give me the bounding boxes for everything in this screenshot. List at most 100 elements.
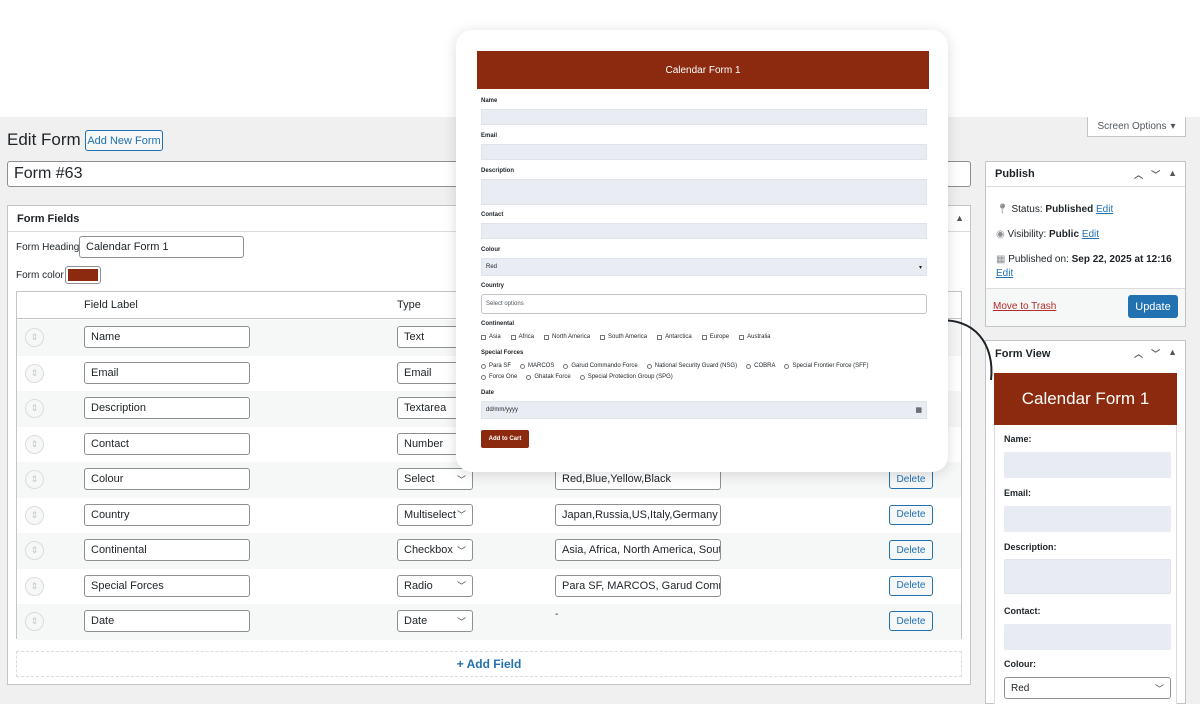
drag-handle-icon[interactable]: ⇕ xyxy=(25,363,44,383)
caret-up-icon[interactable]: ▲ xyxy=(1168,168,1177,181)
drag-handle-icon[interactable]: ⇕ xyxy=(25,505,44,525)
drag-handle-icon[interactable]: ⇕ xyxy=(25,399,44,418)
calendar-icon[interactable]: ▦ xyxy=(915,406,922,414)
delete-button[interactable]: Delete xyxy=(889,469,933,489)
delete-button[interactable]: Delete xyxy=(889,504,933,525)
pv-date-input[interactable]: dd/mm/yyyy ▦ xyxy=(481,401,927,419)
radio-icon[interactable] xyxy=(579,374,585,380)
drag-handle-icon[interactable]: ⇕ xyxy=(25,612,44,631)
move-to-trash-link[interactable]: Move to Trash xyxy=(993,301,1056,312)
pv-contact-input[interactable] xyxy=(481,223,927,239)
field-label-input[interactable]: Country xyxy=(84,503,250,526)
form-heading-input[interactable]: Calendar Form 1 xyxy=(79,236,244,258)
table-row: ⇕ Continental Checkbox ﹀ Asia, Africa, N… xyxy=(17,533,961,569)
drag-handle-icon[interactable]: ⇕ xyxy=(25,328,44,347)
pv-add-to-cart-button[interactable]: Add to Cart xyxy=(481,430,529,448)
radio-icon[interactable] xyxy=(746,363,752,369)
drag-handle-icon[interactable]: ⇕ xyxy=(25,470,44,489)
pv-radio-option[interactable]: Force One xyxy=(481,374,517,380)
status-edit-link[interactable]: Edit xyxy=(1096,204,1113,215)
chevron-down-icon[interactable]: ﹀ xyxy=(1151,168,1160,181)
radio-icon[interactable] xyxy=(520,363,526,369)
radio-icon[interactable] xyxy=(481,363,486,369)
pv-colour-label: Colour xyxy=(481,247,501,253)
visibility-edit-link[interactable]: Edit xyxy=(1082,229,1099,240)
field-label-input[interactable]: Date xyxy=(84,610,250,632)
form-view-panel: Form View ︿ ﹀ ▲ Calendar Form 1 Name: Emai… xyxy=(985,340,1186,704)
field-label-input[interactable]: Name xyxy=(84,326,250,348)
radio-icon[interactable] xyxy=(481,374,486,380)
field-options-input[interactable]: Para SF, MARCOS, Garud Comman xyxy=(555,574,721,597)
update-button[interactable]: Update xyxy=(1128,295,1178,318)
checkbox-icon[interactable] xyxy=(481,334,486,340)
pv-checkbox-option[interactable]: Australia xyxy=(739,334,770,340)
fv-contact-input[interactable] xyxy=(1004,624,1171,650)
delete-button[interactable]: Delete xyxy=(889,575,933,596)
caret-up-icon[interactable]: ▲ xyxy=(1168,347,1177,360)
chevron-down-icon[interactable]: ﹀ xyxy=(1151,347,1160,360)
pv-continental-options: Asia Africa North America South America Anta… xyxy=(481,334,770,340)
field-label-input[interactable]: Special Forces xyxy=(84,574,250,597)
pv-email-input[interactable] xyxy=(481,144,927,160)
chevron-up-icon[interactable]: ︿ xyxy=(1134,168,1143,181)
pv-radio-option[interactable]: COBRA xyxy=(746,363,775,369)
add-field-button[interactable]: + Add Field xyxy=(16,651,962,677)
pv-radio-option[interactable]: MARCOS xyxy=(520,363,554,369)
fv-colour-select[interactable]: Red ﹀ xyxy=(1004,677,1171,699)
pv-checkbox-option[interactable]: Antarctica xyxy=(657,334,692,340)
checkbox-icon[interactable] xyxy=(544,334,550,340)
fv-description-textarea[interactable] xyxy=(1004,559,1171,594)
checkbox-icon[interactable] xyxy=(657,334,663,340)
field-label-input[interactable]: Description xyxy=(84,397,250,419)
radio-icon[interactable] xyxy=(526,374,532,380)
field-options-input[interactable]: Asia, Africa, North America, South xyxy=(555,539,721,561)
pv-radio-option[interactable]: Garud Commando Force xyxy=(563,363,638,369)
field-type-select[interactable]: Select ﹀ xyxy=(397,468,473,490)
checkbox-icon[interactable] xyxy=(701,334,707,340)
field-label-input[interactable]: Contact xyxy=(84,432,250,455)
pv-radio-option[interactable]: Para SF xyxy=(481,363,511,369)
checkbox-icon[interactable] xyxy=(510,334,516,340)
field-type-select[interactable]: Multiselect ﹀ xyxy=(397,503,473,526)
radio-icon[interactable] xyxy=(563,363,569,369)
collapse-arrow-icon[interactable]: ▲ xyxy=(955,213,964,223)
pv-checkbox-option[interactable]: Africa xyxy=(510,334,534,340)
pv-radio-option[interactable]: Special Frontier Force (SFF) xyxy=(784,363,868,369)
field-label-input[interactable]: Continental xyxy=(84,539,250,561)
pv-checkbox-option[interactable]: South America xyxy=(600,334,647,340)
drag-handle-icon[interactable]: ⇕ xyxy=(25,434,44,454)
field-type-select[interactable]: Radio ﹀ xyxy=(397,574,473,597)
pv-description-textarea[interactable] xyxy=(481,179,927,205)
delete-button[interactable]: Delete xyxy=(889,611,933,631)
published-edit-link[interactable]: Edit xyxy=(996,268,1013,279)
form-preview-card: Calendar Form 1 Name Email Description C… xyxy=(456,30,948,472)
field-label-input[interactable]: Email xyxy=(84,361,250,384)
radio-icon[interactable] xyxy=(646,363,652,369)
checkbox-icon[interactable] xyxy=(739,334,745,340)
delete-button[interactable]: Delete xyxy=(889,540,933,560)
radio-icon[interactable] xyxy=(784,363,790,369)
checkbox-icon[interactable] xyxy=(600,334,606,340)
field-options-input[interactable]: Japan,Russia,US,Italy,Germany xyxy=(555,503,721,526)
pv-radio-option[interactable]: Special Protection Group (SPG) xyxy=(579,374,673,380)
pv-country-multiselect[interactable]: Select options xyxy=(481,294,927,314)
pv-colour-select[interactable]: Red ▾ xyxy=(481,258,927,276)
pv-radio-option[interactable]: Ghatak Force xyxy=(526,374,571,380)
chevron-up-icon[interactable]: ︿ xyxy=(1134,347,1143,360)
pv-colour-value: Red xyxy=(486,264,498,270)
drag-handle-icon[interactable]: ⇕ xyxy=(25,541,44,560)
fv-name-input[interactable] xyxy=(1004,452,1171,478)
screen-options-button[interactable]: Screen Options ▾ xyxy=(1087,117,1186,137)
pv-checkbox-option[interactable]: Asia xyxy=(481,334,501,340)
pv-checkbox-option[interactable]: North America xyxy=(544,334,590,340)
fv-email-input[interactable] xyxy=(1004,506,1171,532)
pv-name-input[interactable] xyxy=(481,109,927,125)
drag-handle-icon[interactable]: ⇕ xyxy=(25,576,44,596)
pv-radio-option[interactable]: National Security Guard (NSG) xyxy=(646,363,737,369)
form-color-picker[interactable] xyxy=(65,266,101,284)
field-type-select[interactable]: Checkbox ﹀ xyxy=(397,539,473,561)
field-type-select[interactable]: Date ﹀ xyxy=(397,610,473,632)
pv-checkbox-option[interactable]: Europe xyxy=(701,334,729,340)
add-new-form-button[interactable]: Add New Form xyxy=(85,130,163,151)
field-label-input[interactable]: Colour xyxy=(84,468,250,490)
